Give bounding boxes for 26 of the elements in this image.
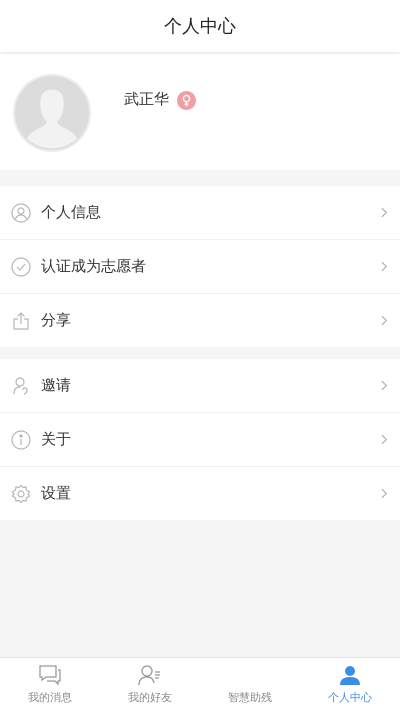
- chevron-icon: [381, 315, 388, 326]
- tab-item[interactable]: 我的好友: [100, 658, 200, 710]
- user-icon: [11, 202, 31, 222]
- menu-item[interactable]: 分享: [0, 294, 400, 347]
- menu-item[interactable]: 邀请: [0, 359, 400, 413]
- chevron-icon: [381, 380, 388, 391]
- user-name: 武正华: [124, 90, 169, 109]
- chat-icon: [38, 664, 62, 686]
- menu-item[interactable]: 认证成为志愿者: [0, 240, 400, 294]
- check-icon: [11, 256, 31, 276]
- info-icon: [11, 430, 31, 450]
- tab-item[interactable]: 智慧助残: [200, 658, 300, 710]
- menu-item[interactable]: 个人信息: [0, 186, 400, 240]
- page-title: 个人中心: [164, 15, 236, 38]
- chevron-icon: [381, 261, 388, 272]
- share-icon: [11, 310, 31, 330]
- menu-item[interactable]: 关于: [0, 413, 400, 467]
- avatar-icon[interactable]: [13, 74, 91, 152]
- menu-item[interactable]: 设置: [0, 467, 400, 520]
- chevron-icon: [381, 207, 388, 218]
- chevron-icon: [381, 488, 388, 499]
- person-icon: [338, 664, 362, 686]
- friends-icon: [138, 664, 162, 686]
- chevron-icon: [381, 434, 388, 445]
- tab-item[interactable]: 我的消息: [0, 658, 100, 710]
- settings-icon: [11, 484, 31, 504]
